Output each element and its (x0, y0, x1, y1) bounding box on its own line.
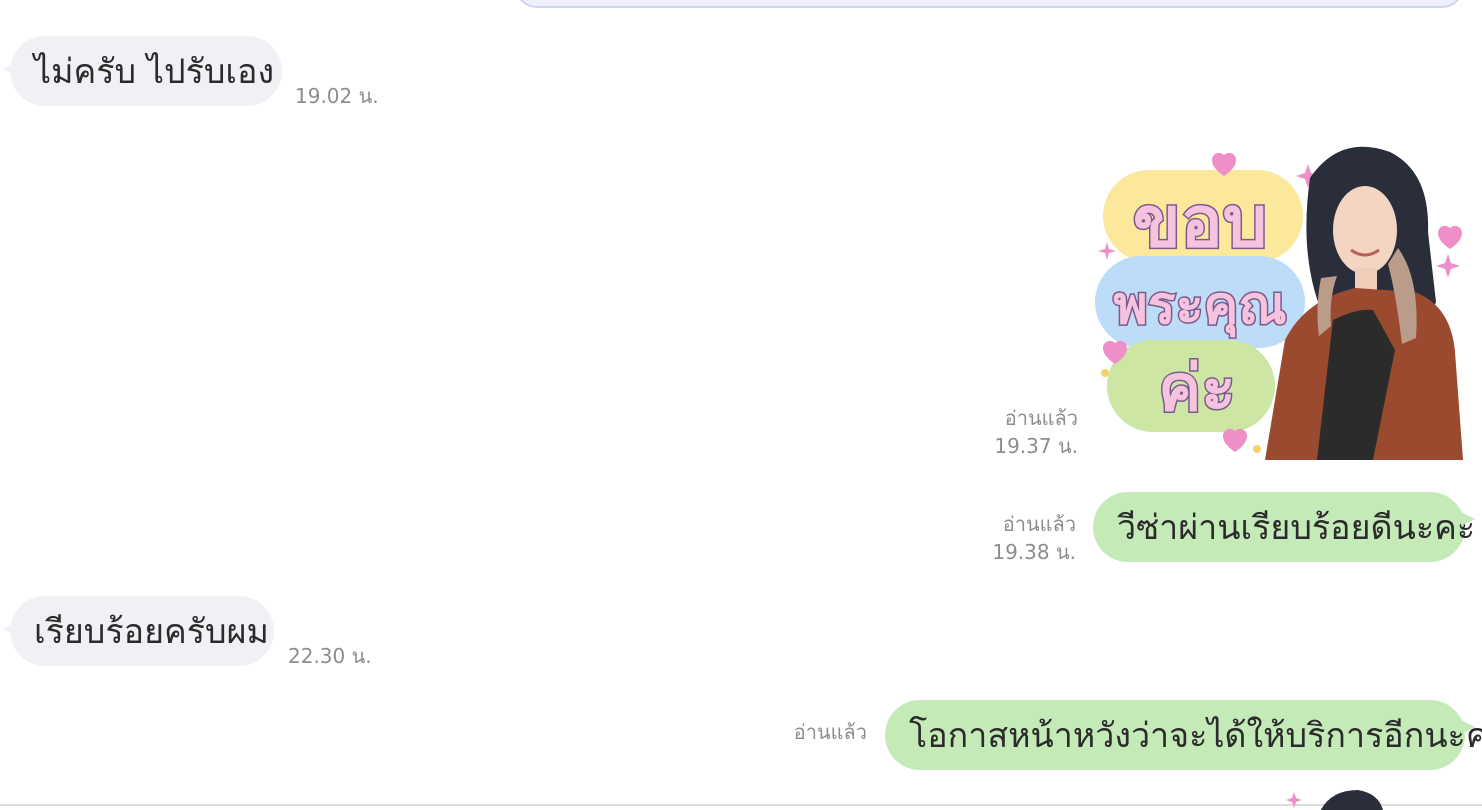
message-meta: อ่านแล้ว 19.38 น. (958, 510, 1076, 566)
message-time: 22.30 น. (288, 644, 372, 668)
message-time: 19.02 น. (295, 84, 379, 108)
message-time: 19.38 น. (992, 540, 1076, 564)
sticker-text-line-1: ขอบ (1133, 181, 1267, 263)
message-time: 19.37 น. (994, 434, 1078, 458)
partial-message-bubble[interactable] (515, 0, 1464, 8)
message-text: วีซ่าผ่านเรียบร้อยดีนะคะ (1117, 508, 1476, 548)
message-text: โอกาสหน้าหวังว่าจะได้ให้บริการอีกนะคะ (909, 716, 1482, 756)
message-bubble-incoming[interactable]: ไม่ครับ ไปรับเอง (2, 36, 282, 106)
sticker-text-line-2: พระคุณ (1113, 276, 1286, 338)
read-receipt: อ่านแล้ว (1004, 406, 1078, 430)
message-bubble-outgoing[interactable]: วีซ่าผ่านเรียบร้อยดีนะคะ (1093, 492, 1475, 562)
sticker-message[interactable]: ขอบ พระคุณ ค่ะ (1095, 138, 1465, 460)
message-text: ไม่ครับ ไปรับเอง (34, 52, 275, 92)
message-text: เรียบร้อยครับผม (34, 612, 269, 652)
message-meta: อ่านแล้ว 19.37 น. (960, 404, 1078, 460)
read-receipt: อ่านแล้ว (793, 720, 867, 744)
message-bubble-outgoing[interactable]: โอกาสหน้าหวังว่าจะได้ให้บริการอีกนะคะ (885, 700, 1482, 770)
chat-input-divider (0, 804, 1482, 806)
sticker-message-partial[interactable] (1270, 786, 1390, 810)
sticker-text-line-3: ค่ะ (1158, 352, 1235, 426)
read-receipt: อ่านแล้ว (1002, 512, 1076, 536)
chat-window: ไม่ครับ ไปรับเอง 19.02 น. อ่านแล้ว 19.37… (0, 0, 1482, 810)
message-bubble-incoming[interactable]: เรียบร้อยครับผม (2, 596, 274, 666)
